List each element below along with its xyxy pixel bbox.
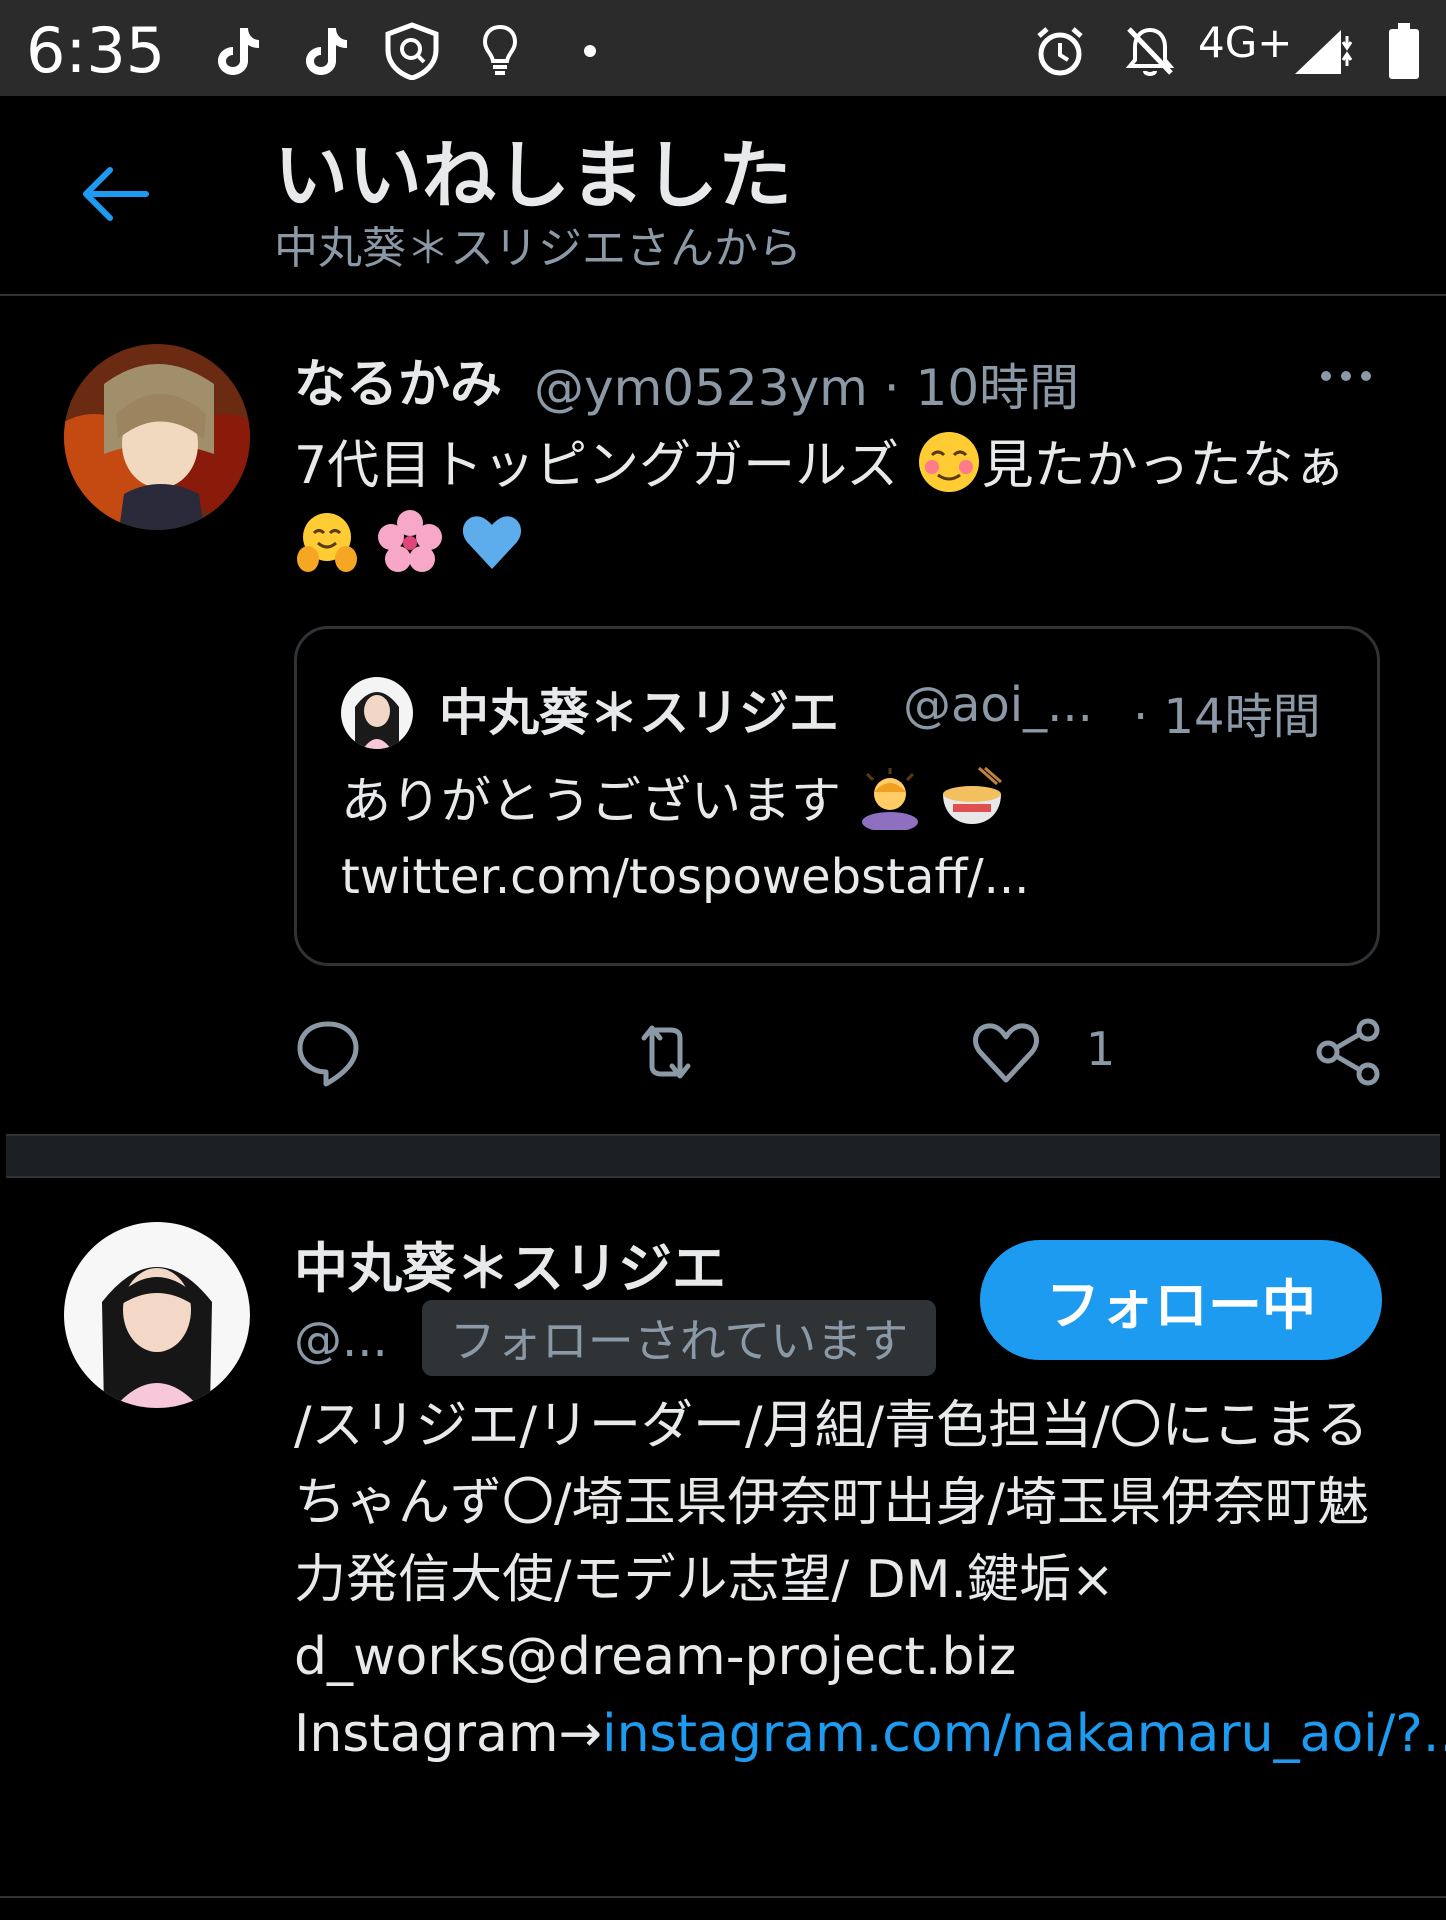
tweet-text: 7代目トッピングガールズ 見たかったなぁ	[294, 426, 1394, 586]
bio-text: /スリジエ/リーダー/月組/青色担当/〇にこまるちゃんず〇/埼玉県伊奈町出身/埼…	[294, 1396, 1370, 1687]
person-bowing-emoji	[857, 764, 923, 832]
share-icon[interactable]	[1312, 1016, 1384, 1088]
following-button[interactable]: フォロー中	[980, 1240, 1382, 1360]
tweet-text-part2: 見たかったなぁ	[981, 436, 1346, 496]
battery-icon	[1386, 22, 1422, 80]
quote-text-body: ありがとうございます	[341, 772, 841, 830]
cherry-blossom-emoji	[377, 509, 443, 575]
tweet-author-handle: @ym0523ym · 10時間	[534, 348, 1079, 420]
quote-avatar[interactable]	[341, 677, 413, 749]
page-title: いいねしました	[274, 133, 792, 219]
separator-dot: ·	[883, 359, 916, 417]
tiktok-icon	[210, 22, 266, 80]
quote-time: · 14時間	[1133, 689, 1321, 745]
quote-author-handle: @aoi_...	[903, 677, 1093, 733]
user-handle: @...	[294, 1312, 388, 1368]
section-divider	[6, 1134, 1440, 1178]
back-arrow-icon[interactable]	[80, 166, 152, 222]
user-avatar[interactable]	[64, 1222, 250, 1408]
tweet-text-part1: 7代目トッピングガールズ	[294, 436, 900, 496]
dot-icon	[580, 22, 600, 80]
bottom-divider	[0, 1896, 1446, 1898]
status-time: 6:35	[26, 14, 166, 87]
network-label: 4G+	[1198, 18, 1293, 67]
tiktok-icon	[298, 22, 354, 80]
smiling-blush-emoji	[916, 429, 982, 495]
ramen-bowl-emoji	[939, 764, 1005, 830]
tweet-time: 10時間	[915, 359, 1080, 417]
signal-icon	[1290, 22, 1358, 80]
tweet-author-name[interactable]: なるかみ	[294, 342, 502, 417]
avatar[interactable]	[64, 344, 250, 530]
instagram-link[interactable]: instagram.com/nakamaru_aoi/?...	[602, 1704, 1446, 1764]
page-header: いいねしました 中丸葵＊スリジエさんから	[0, 96, 1446, 296]
hugging-face-emoji	[294, 509, 360, 575]
page-subtitle: 中丸葵＊スリジエさんから	[274, 223, 802, 274]
quote-link[interactable]: twitter.com/tospowebstaff/...	[341, 849, 1029, 905]
alarm-icon	[1030, 22, 1090, 80]
follows-you-badge: フォローされています	[422, 1300, 936, 1376]
heart-icon[interactable]	[970, 1016, 1042, 1088]
shield-icon	[382, 22, 442, 80]
notifications-off-icon	[1120, 22, 1180, 80]
like-count: 1	[1086, 1022, 1116, 1076]
quote-author-name: 中丸葵＊スリジエ	[439, 684, 839, 742]
more-options-icon[interactable]	[1318, 366, 1374, 386]
quote-text: ありがとうございます	[341, 761, 1005, 833]
bio-instagram-prefix: Instagram→	[294, 1704, 603, 1764]
lightbulb-icon	[478, 22, 522, 80]
quoted-tweet[interactable]: 中丸葵＊スリジエ @aoi_... · 14時間 ありがとうございます twit…	[294, 626, 1380, 966]
retweet-icon[interactable]	[630, 1016, 702, 1088]
status-bar: 6:35 4G+	[0, 0, 1446, 96]
reply-icon[interactable]	[292, 1016, 364, 1088]
user-name[interactable]: 中丸葵＊スリジエ	[294, 1224, 726, 1303]
tweet-handle-text: @ym0523ym	[534, 359, 868, 417]
blue-heart-emoji	[459, 509, 525, 575]
user-bio: /スリジエ/リーダー/月組/青色担当/〇にこまるちゃんず〇/埼玉県伊奈町出身/埼…	[294, 1388, 1446, 1773]
